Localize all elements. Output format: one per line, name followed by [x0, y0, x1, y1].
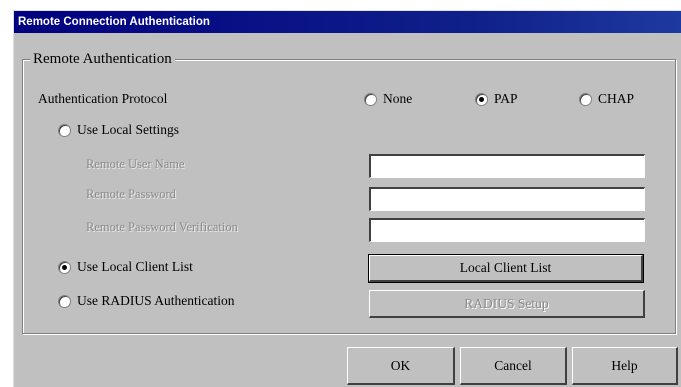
radio-chap[interactable]: CHAP — [579, 91, 634, 107]
radio-chap-indicator[interactable] — [579, 92, 592, 106]
help-button[interactable]: Help — [572, 347, 678, 385]
window-title: Remote Connection Authentication — [18, 16, 210, 28]
radio-chap-label: CHAP — [598, 91, 635, 106]
remote-user-name-label: Remote User Name — [86, 157, 185, 171]
remote-user-name-field[interactable] — [369, 154, 645, 178]
ok-button[interactable]: OK — [347, 347, 455, 385]
radio-pap-indicator[interactable] — [475, 92, 488, 106]
radio-none-indicator[interactable] — [364, 92, 377, 106]
use-local-client-list-label: Use Local Client List — [77, 259, 193, 274]
auth-protocol-label: Authentication Protocol — [38, 91, 168, 106]
cancel-button[interactable]: Cancel — [460, 347, 567, 385]
radio-none-label: None — [383, 91, 413, 106]
radio-use-local-settings[interactable]: Use Local Settings — [58, 122, 179, 138]
radius-setup-button[interactable]: RADIUS Setup — [369, 290, 645, 318]
use-local-settings-label: Use Local Settings — [77, 122, 179, 137]
remote-password-verification-field[interactable] — [369, 218, 645, 242]
group-title: Remote Authentication — [30, 51, 175, 68]
remote-connection-auth-dialog: Remote Connection Authentication Remote … — [13, 10, 681, 387]
remote-password-verification-label: Remote Password Verification — [86, 220, 238, 234]
radio-pap[interactable]: PAP — [475, 91, 518, 107]
radio-local-settings-indicator[interactable] — [58, 123, 71, 137]
radio-radius-indicator[interactable] — [58, 294, 71, 308]
radio-use-local-client-list[interactable]: Use Local Client List — [58, 259, 193, 275]
use-radius-authentication-label: Use RADIUS Authentication — [77, 293, 235, 308]
radio-local-client-list-indicator[interactable] — [58, 260, 71, 274]
radio-none[interactable]: None — [364, 91, 412, 107]
remote-password-label: Remote Password — [86, 187, 176, 201]
remote-password-field[interactable] — [369, 187, 645, 211]
radio-use-radius-authentication[interactable]: Use RADIUS Authentication — [58, 293, 235, 309]
local-client-list-button[interactable]: Local Client List — [368, 254, 644, 283]
radio-pap-label: PAP — [494, 91, 518, 106]
title-bar: Remote Connection Authentication — [14, 11, 681, 33]
